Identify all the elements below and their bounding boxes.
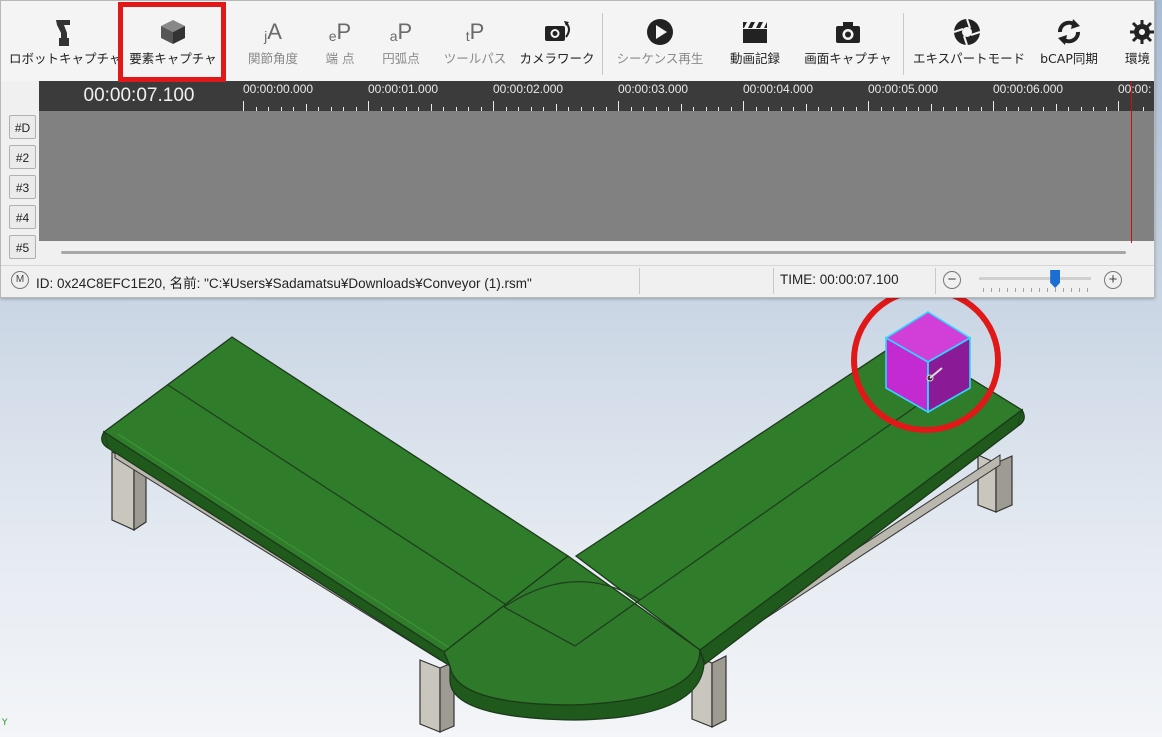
sequence-play-button[interactable]: シーケンス再生 — [613, 15, 707, 79]
track-button-3[interactable]: #3 — [9, 175, 36, 199]
track-button-4[interactable]: #4 — [9, 205, 36, 229]
zoom-slider-track[interactable] — [979, 277, 1091, 280]
end-point-icon: eP — [328, 19, 352, 44]
bcap-sync-label: bCAP同期 — [1040, 51, 1098, 66]
ruler-tick — [805, 104, 807, 111]
arc-point-label: 円弧点 — [382, 51, 420, 66]
sequence-play-label: シーケンス再生 — [616, 51, 704, 66]
mode-icon[interactable]: M — [11, 271, 29, 289]
zoom-slider-ticks — [983, 288, 1089, 292]
tick-label: 00:00:00.000 — [243, 82, 314, 96]
tick-label: 00:00: — [1118, 82, 1152, 96]
aperture-icon — [913, 15, 1021, 49]
status-separator — [773, 268, 774, 294]
camera-work-button[interactable]: カメラワーク — [519, 15, 595, 79]
joint-angle-icon: jA — [264, 19, 282, 44]
zoom-in-button[interactable]: + — [1104, 271, 1122, 289]
bcap-sync-button[interactable]: bCAP同期 — [1031, 15, 1107, 79]
joint-angle-label: 関節角度 — [247, 51, 298, 66]
tick-label: 00:00:03.000 — [618, 82, 689, 96]
environment-label: 環境 — [1125, 51, 1151, 66]
timeline-horizontal-scrollbar[interactable] — [61, 251, 1126, 254]
screen-capture-label: 画面キャプチャ — [804, 51, 892, 66]
zoom-out-button[interactable]: − — [943, 271, 961, 289]
clapperboard-icon — [719, 15, 791, 49]
expert-mode-button[interactable]: エキスパートモード — [913, 15, 1026, 79]
ruler-tick — [430, 104, 432, 111]
ruler-tick — [493, 101, 494, 111]
tick-label: 00:00:05.000 — [868, 82, 939, 96]
zoom-slider-thumb[interactable] — [1050, 270, 1061, 288]
arc-point-button[interactable]: aP 円弧点 — [371, 15, 431, 79]
sync-icon — [1031, 15, 1107, 49]
current-time-display: 00:00:07.100 — [83, 85, 195, 106]
ruler-tick — [305, 104, 307, 111]
tool-path-button[interactable]: tP ツールパス — [439, 15, 511, 79]
ruler-tick — [1118, 101, 1119, 111]
track-button-d[interactable]: #D — [9, 115, 36, 139]
tick-label: 00:00:01.000 — [368, 82, 439, 96]
status-bar: M ID: 0x24C8EFC1E20, 名前: "C:¥Users¥Sadam… — [1, 265, 1154, 297]
ruler-tick — [680, 104, 682, 111]
status-element-info: ID: 0x24C8EFC1E20, 名前: "C:¥Users¥Sadamat… — [36, 276, 532, 291]
tick-label: 00:00:04.000 — [743, 82, 814, 96]
ruler-tick — [868, 101, 869, 111]
ruler-tick — [1055, 104, 1057, 111]
ruler-tick — [993, 101, 994, 111]
camera-icon — [801, 15, 895, 49]
axis-label-y: Y — [2, 718, 8, 728]
robot-capture-button[interactable]: ロボットキャプチャ — [9, 15, 122, 79]
playhead-marker[interactable] — [1131, 81, 1132, 243]
tick-label: 00:00:06.000 — [993, 82, 1064, 96]
video-record-button[interactable]: 動画記録 — [719, 15, 791, 79]
joint-angle-button[interactable]: jA 関節角度 — [237, 15, 309, 79]
ruler-tick — [368, 101, 369, 111]
track-area[interactable] — [39, 111, 1154, 241]
play-circle-icon — [613, 15, 707, 49]
status-separator — [639, 268, 640, 294]
camera-rotate-icon — [519, 15, 595, 49]
status-time: TIME: 00:00:07.100 — [780, 272, 899, 287]
camera-work-label: カメラワーク — [519, 51, 595, 66]
ruler-tick — [618, 101, 619, 111]
ruler-tick — [243, 101, 244, 111]
tick-label: 00:00:02.000 — [493, 82, 564, 96]
arc-point-icon: aP — [389, 19, 413, 44]
tool-path-icon: tP — [465, 19, 485, 44]
tool-path-label: ツールパス — [443, 51, 507, 66]
track-button-2[interactable]: #2 — [9, 145, 36, 169]
end-point-label: 端 点 — [325, 51, 355, 66]
track-button-5[interactable]: #5 — [9, 235, 36, 259]
toolbar-separator — [903, 13, 904, 75]
ruler-tick — [555, 104, 557, 111]
robot-capture-label: ロボットキャプチャ — [9, 51, 122, 66]
toolbar-separator — [602, 13, 603, 75]
video-record-label: 動画記録 — [729, 51, 780, 66]
expert-mode-label: エキスパートモード — [913, 51, 1026, 66]
end-point-button[interactable]: eP 端 点 — [313, 15, 367, 79]
gear-icon — [1125, 15, 1154, 49]
screen-capture-button[interactable]: 画面キャプチャ — [801, 15, 895, 79]
ruler-tick — [743, 101, 744, 111]
timeline: 00:00:00.000 00:00:01.000 00:00:02.000 0… — [1, 81, 1154, 263]
environment-button[interactable]: 環境 — [1125, 15, 1154, 79]
robot-arm-icon — [9, 15, 119, 49]
highlight-box-element-capture — [118, 2, 226, 82]
status-separator — [935, 268, 936, 294]
ruler-tick — [930, 104, 932, 111]
